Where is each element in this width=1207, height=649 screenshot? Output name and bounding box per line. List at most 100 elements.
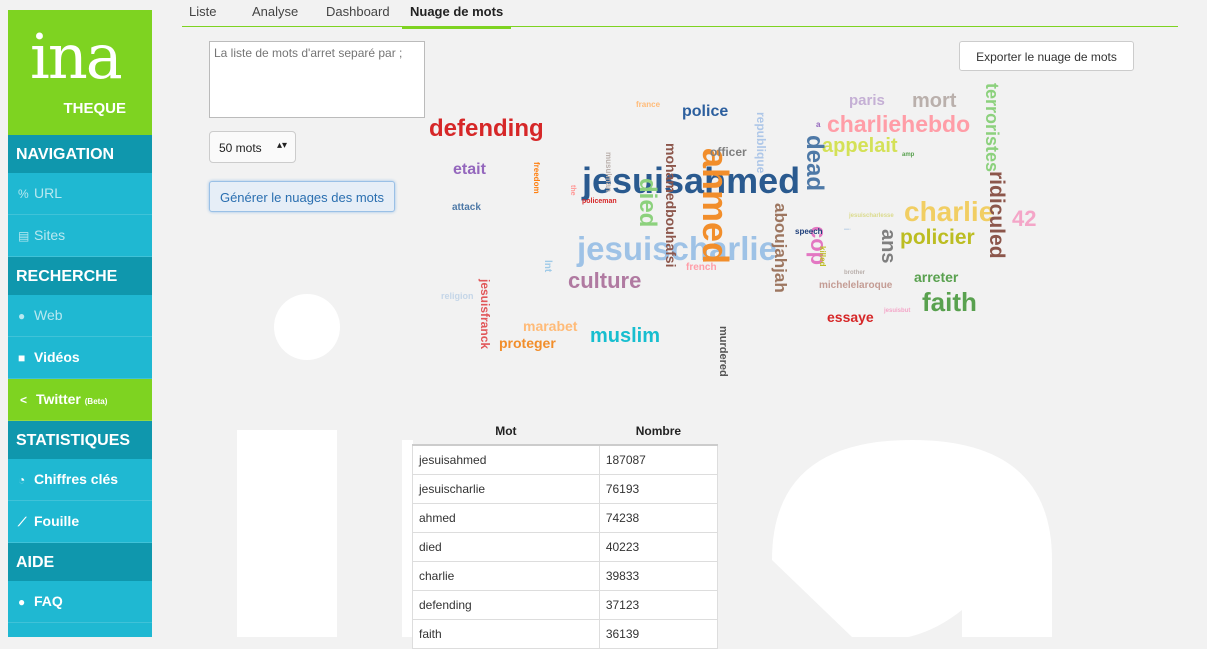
globe-icon: ● xyxy=(18,309,26,323)
cell-nombre: 76193 xyxy=(598,473,719,504)
word-frequency-table: Mot Nombre jesuisahmed 187087 jesuischarli… xyxy=(412,417,719,649)
cell-mot: jesuischarlie xyxy=(412,473,600,504)
table-row[interactable]: defending 37123 xyxy=(412,589,719,620)
section-statistiques: STATISTIQUES xyxy=(8,421,152,459)
cloud-word-murdered: murdered xyxy=(717,326,729,377)
cloud-word-appelait: appelait xyxy=(822,135,898,157)
logo-subtitle: THEQUE xyxy=(63,100,126,117)
sidebar-item-label: Chiffres clés xyxy=(34,471,119,487)
cloud-word-ans: ans xyxy=(877,229,899,264)
cloud-word-french: french xyxy=(686,262,717,273)
sidebar-item-label: Web xyxy=(34,307,63,323)
cloud-word-jesuisfranck: jesuisfranck xyxy=(478,279,492,350)
cloud-word-dead: dead xyxy=(801,135,828,192)
cloud-word-policier: policier xyxy=(900,226,975,249)
cell-mot: faith xyxy=(412,618,600,649)
chat-icon: ● xyxy=(18,595,26,609)
sidebar-item-faq[interactable]: ● FAQ xyxy=(8,581,152,623)
document-icon: ▤ xyxy=(18,229,30,243)
cell-mot: jesuisahmed xyxy=(412,444,600,475)
cell-nombre: 74238 xyxy=(598,502,719,533)
section-navigation: NAVIGATION xyxy=(8,135,152,173)
cloud-word-religion: religion xyxy=(441,291,474,301)
cell-nombre: 37123 xyxy=(598,589,719,620)
cloud-word-freedom: freedom xyxy=(532,162,541,194)
logo-text: ina xyxy=(30,20,123,93)
link-icon: % xyxy=(18,187,29,201)
beta-badge: (Beta) xyxy=(84,397,108,406)
sidebar-item-label: Vidéos xyxy=(34,349,80,365)
cloud-word-proteger: proteger xyxy=(499,335,556,351)
cell-nombre: 39833 xyxy=(598,560,719,591)
sidebar-item-label: Fouille xyxy=(34,513,80,529)
sidebar-item-fouille[interactable]: ⟋ Fouille xyxy=(8,501,152,543)
cloud-word-police: police xyxy=(682,103,729,120)
cloud-word-i: i xyxy=(842,228,852,231)
cloud-word-muslim: muslim xyxy=(590,325,661,347)
cloud-word-speech: speech xyxy=(795,227,823,236)
cloud-word-faith: faith xyxy=(922,287,977,317)
cloud-word-etait: etait xyxy=(453,161,486,178)
sidebar: ina THEQUE NAVIGATION % URL ▤ Sites RECHER… xyxy=(8,10,152,637)
cloud-word-marabet: marabet xyxy=(523,318,578,334)
sidebar-item-url[interactable]: % URL xyxy=(8,173,152,215)
cloud-word-policeman: policeman xyxy=(582,198,617,205)
cloud-word-mort: mort xyxy=(912,90,957,112)
ina-theque-logo[interactable]: ina THEQUE xyxy=(8,10,152,135)
cloud-word-jesuischarlesse: jesuischarlesse xyxy=(849,213,894,219)
video-camera-icon: ■ xyxy=(18,351,26,365)
table-row[interactable]: faith 36139 xyxy=(412,618,719,649)
cloud-word-killed: killed xyxy=(818,246,827,267)
cloud-word-lnt: lnt xyxy=(542,260,553,273)
line-chart-icon: ⟋ xyxy=(18,515,27,529)
table-row[interactable]: ahmed 74238 xyxy=(412,502,719,533)
column-header-mot[interactable]: Mot xyxy=(412,417,600,446)
cloud-word-charlie: charlie xyxy=(904,196,995,227)
cloud-word-musulman: musulman xyxy=(604,152,613,193)
cell-nombre: 187087 xyxy=(598,444,719,475)
cloud-word-terroristes: terroristes xyxy=(982,83,1002,173)
cloud-word-42: 42 xyxy=(1012,206,1037,231)
section-recherche: RECHERCHE xyxy=(8,257,152,295)
column-header-nombre[interactable]: Nombre xyxy=(599,417,718,446)
sidebar-item-label: Twitter xyxy=(36,391,81,407)
cloud-word-died: died xyxy=(634,178,661,228)
cloud-word-michelelaroque: michelelaroque xyxy=(819,280,893,291)
cloud-word-essaye: essaye xyxy=(827,309,874,325)
cell-mot: charlie xyxy=(412,560,600,591)
share-icon: < xyxy=(20,393,28,407)
sidebar-item-videos[interactable]: ■ Vidéos xyxy=(8,337,152,379)
table-row[interactable]: jesuischarlie 76193 xyxy=(412,473,719,504)
sidebar-item-label: FAQ xyxy=(34,593,63,609)
cell-mot: defending xyxy=(412,589,600,620)
section-aide: AIDE xyxy=(8,543,152,581)
cloud-word-mohamedbouhafsi: mohamedbouhafsi xyxy=(663,143,679,268)
cloud-word-the: the xyxy=(569,185,576,196)
cloud-word-officer: officer xyxy=(710,145,747,159)
cell-mot: died xyxy=(412,531,600,562)
sidebar-item-sites[interactable]: ▤ Sites xyxy=(8,215,152,257)
cloud-word-defending: defending xyxy=(429,115,544,142)
sidebar-item-label: Sites xyxy=(34,227,66,243)
cloud-word-ridiculed: ridiculed xyxy=(985,171,1008,259)
table-row[interactable]: charlie 39833 xyxy=(412,560,719,591)
cloud-word-a: a xyxy=(816,120,821,129)
cloud-word-aboujahjah: aboujahjah xyxy=(771,203,790,293)
main-content: Liste Analyse Dashboard Nuage de mots 50… xyxy=(152,0,1207,649)
cloud-word-culture: culture xyxy=(568,268,642,293)
cell-mot: ahmed xyxy=(412,502,600,533)
cloud-word-paris: paris xyxy=(849,92,885,109)
table-row[interactable]: died 40223 xyxy=(412,531,719,562)
sidebar-item-web[interactable]: ● Web xyxy=(8,295,152,337)
sidebar-item-chiffres-cles[interactable]: ◔ Chiffres clés xyxy=(8,459,152,501)
cell-nombre: 36139 xyxy=(598,618,719,649)
cloud-word-brother: brother xyxy=(844,270,865,276)
cloud-word-attack: attack xyxy=(452,202,481,213)
cloud-word-republique: republique xyxy=(754,112,768,174)
table-row[interactable]: jesuisahmed 187087 xyxy=(412,444,719,475)
cloud-word-amp: amp xyxy=(902,152,915,158)
sidebar-item-twitter[interactable]: < Twitter (Beta) xyxy=(8,379,152,421)
cloud-word-france: france xyxy=(636,100,661,109)
cloud-word-jesuisbut: jesuisbut xyxy=(884,308,911,314)
cloud-word-ahmed: ahmed xyxy=(695,148,736,265)
